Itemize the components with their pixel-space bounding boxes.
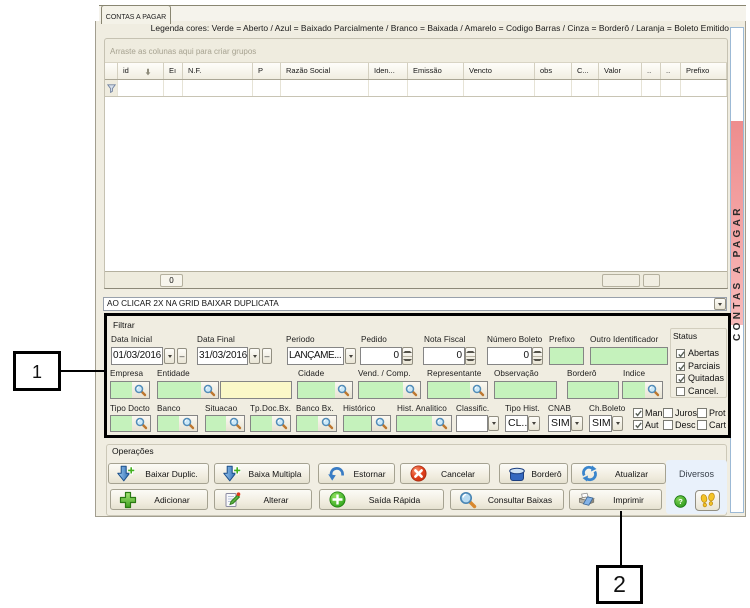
svg-text:?: ?	[678, 497, 683, 506]
